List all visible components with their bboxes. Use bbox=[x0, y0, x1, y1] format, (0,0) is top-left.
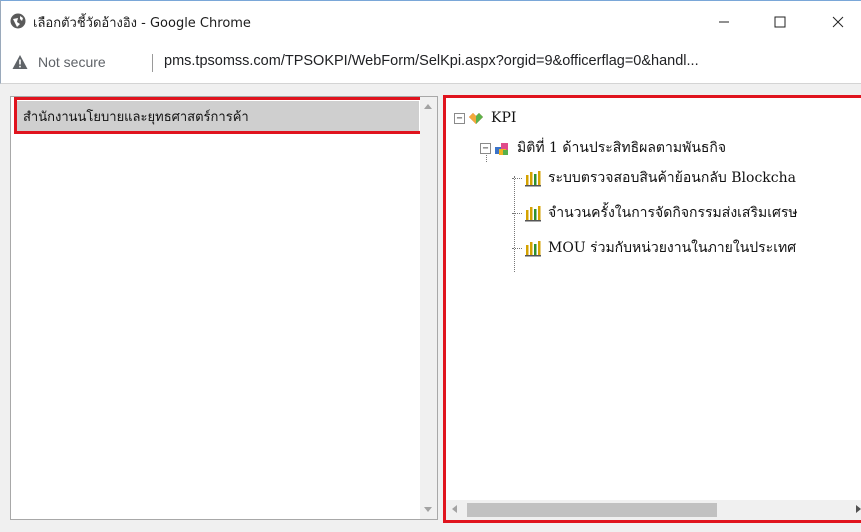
bar-chart-icon bbox=[525, 206, 541, 222]
tree-node-label[interactable]: จำนวนครั้งในการจัดกิจกรรมส่งเสริมเศรษ bbox=[548, 202, 798, 224]
close-button[interactable] bbox=[815, 1, 861, 43]
scrollbar-thumb[interactable] bbox=[467, 503, 717, 517]
bar-chart-icon bbox=[525, 241, 541, 257]
kpi-tree: − KPI − มิติที่ 1 ด้านประสิทธิผลตามพันธก… bbox=[446, 98, 861, 496]
window-titlebar: เลือกตัวชี้วัดอ้างอิง - Google Chrome bbox=[0, 0, 861, 42]
globe-icon bbox=[10, 13, 26, 29]
tree-connector-line bbox=[512, 212, 522, 214]
org-list-item-selected[interactable]: สำนักงานนโยบายและยุทธศาสตร์การค้า bbox=[17, 101, 419, 131]
close-icon bbox=[832, 16, 844, 28]
org-list[interactable]: สำนักงานนโยบายและยุทธศาสตร์การค้า bbox=[13, 99, 423, 517]
address-divider bbox=[152, 54, 153, 72]
tree-node-kpi-item[interactable]: ระบบตรวจสอบสินค้าย้อนกลับ Blockcha bbox=[512, 166, 796, 190]
address-bar[interactable]: Not secure pms.tpsomss.com/TPSOKPI/WebFo… bbox=[0, 42, 861, 84]
minimize-button[interactable] bbox=[701, 1, 747, 43]
scroll-right-arrow-icon[interactable] bbox=[856, 505, 861, 513]
scroll-left-arrow-icon[interactable] bbox=[451, 505, 457, 513]
tree-horizontal-scrollbar[interactable] bbox=[446, 500, 861, 520]
minimize-icon bbox=[719, 21, 729, 23]
tree-node-dimension[interactable]: − มิติที่ 1 ด้านประสิทธิผลตามพันธกิจ bbox=[480, 136, 726, 160]
bar-chart-icon bbox=[525, 171, 541, 187]
org-list-panel: สำนักงานนโยบายและยุทธศาสตร์การค้า bbox=[10, 96, 438, 520]
tree-node-label[interactable]: MOU ร่วมกับหน่วยงานในภายในประเทศ bbox=[548, 237, 796, 259]
tree-connector-line bbox=[512, 247, 522, 249]
tree-node-label[interactable]: ระบบตรวจสอบสินค้าย้อนกลับ Blockcha bbox=[548, 167, 796, 189]
collapse-toggle-icon[interactable]: − bbox=[480, 142, 491, 154]
tree-node-kpi-item[interactable]: MOU ร่วมกับหน่วยงานในภายในประเทศ bbox=[512, 236, 796, 260]
page-content: สำนักงานนโยบายและยุทธศาสตร์การค้า − KPI … bbox=[0, 84, 861, 532]
scroll-down-arrow-icon[interactable] bbox=[424, 507, 432, 513]
security-label[interactable]: Not secure bbox=[38, 54, 106, 70]
tree-node-kpi[interactable]: − KPI bbox=[454, 106, 516, 130]
kpi-diamond-icon bbox=[469, 113, 483, 124]
org-list-vertical-scrollbar[interactable] bbox=[420, 97, 437, 519]
dimension-cubes-icon bbox=[495, 143, 508, 155]
maximize-icon bbox=[774, 16, 786, 28]
tree-connector-line bbox=[512, 177, 522, 179]
kpi-tree-panel: − KPI − มิติที่ 1 ด้านประสิทธิผลตามพันธก… bbox=[443, 95, 861, 523]
url-text[interactable]: pms.tpsomss.com/TPSOKPI/WebForm/SelKpi.a… bbox=[164, 53, 699, 69]
collapse-toggle-icon[interactable]: − bbox=[454, 112, 465, 124]
tree-node-kpi-item[interactable]: จำนวนครั้งในการจัดกิจกรรมส่งเสริมเศรษ bbox=[512, 201, 798, 225]
warning-icon[interactable] bbox=[12, 54, 28, 70]
maximize-button[interactable] bbox=[757, 1, 803, 43]
tree-node-label[interactable]: KPI bbox=[491, 110, 516, 126]
scroll-up-arrow-icon[interactable] bbox=[424, 103, 432, 109]
window-title: เลือกตัวชี้วัดอ้างอิง - Google Chrome bbox=[33, 16, 251, 31]
tree-node-label[interactable]: มิติที่ 1 ด้านประสิทธิผลตามพันธกิจ bbox=[517, 137, 726, 159]
